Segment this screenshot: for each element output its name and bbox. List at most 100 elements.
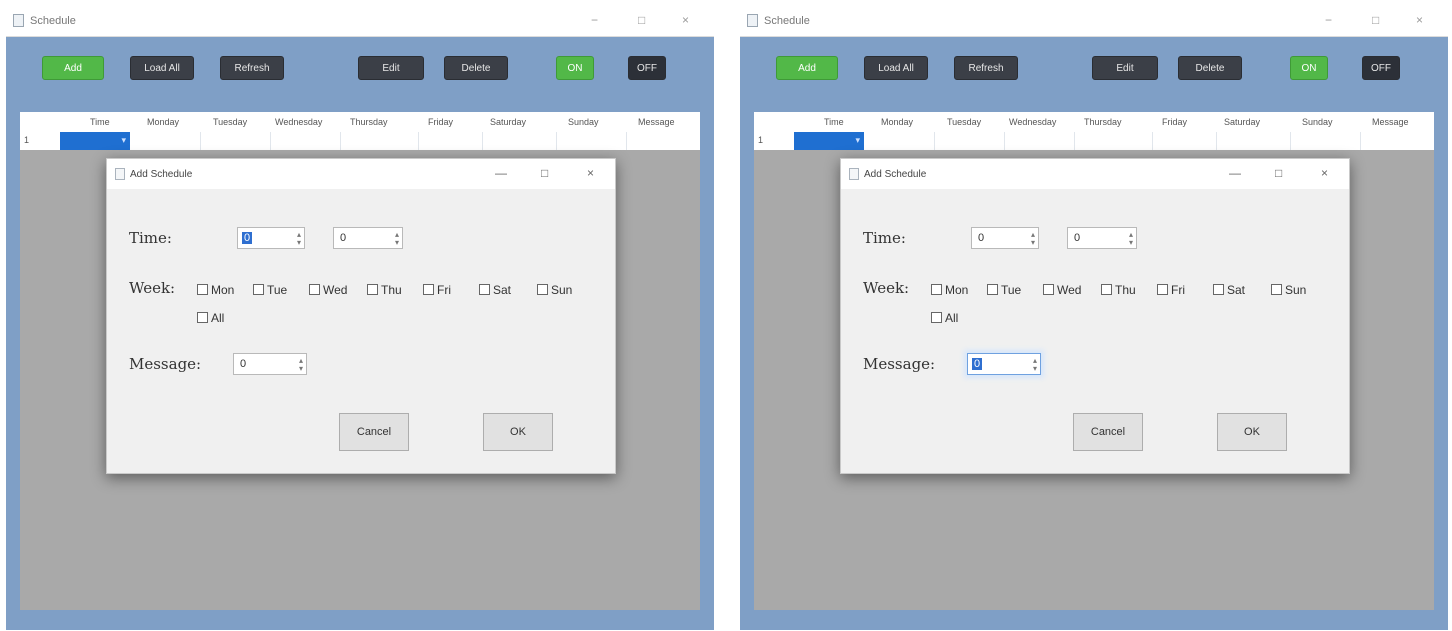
column-header-tuesday[interactable]: Tuesday [947, 117, 981, 127]
app-icon [747, 14, 758, 27]
minimize-button[interactable]: − [591, 13, 598, 27]
on-button[interactable]: ON [556, 56, 594, 80]
checkbox-tue[interactable]: Tue [253, 283, 287, 297]
column-header-saturday[interactable]: Saturday [490, 117, 526, 127]
dialog-minimize-button[interactable]: — [495, 166, 507, 180]
hour-spinner[interactable]: 0 ▴ ▾ [237, 227, 305, 249]
ok-button[interactable]: OK [1217, 413, 1287, 451]
cancel-button[interactable]: Cancel [339, 413, 409, 451]
off-button[interactable]: OFF [1362, 56, 1400, 80]
selected-time-cell[interactable]: ▾ [60, 132, 130, 150]
delete-button[interactable]: Delete [444, 56, 508, 80]
spinner-arrows-icon[interactable]: ▴ ▾ [1031, 231, 1035, 247]
checkbox-box[interactable] [197, 284, 208, 295]
column-header-message[interactable]: Message [1372, 117, 1409, 127]
column-header-time[interactable]: Time [824, 117, 844, 127]
column-header-thursday[interactable]: Thursday [350, 117, 388, 127]
checkbox-thu[interactable]: Thu [367, 283, 402, 297]
spinner-arrows-icon[interactable]: ▴ ▾ [299, 357, 303, 373]
ok-button[interactable]: OK [483, 413, 553, 451]
checkbox-box[interactable] [1043, 284, 1054, 295]
table-row[interactable]: 1 ▾ [754, 132, 1434, 151]
close-button[interactable]: × [682, 13, 689, 27]
checkbox-fri[interactable]: Fri [1157, 283, 1185, 297]
column-header-sunday[interactable]: Sunday [1302, 117, 1333, 127]
message-spinner[interactable]: 0 ▴ ▾ [233, 353, 307, 375]
dialog-maximize-button[interactable]: □ [1275, 166, 1282, 180]
load-all-button[interactable]: Load All [130, 56, 194, 80]
dialog-maximize-button[interactable]: □ [541, 166, 548, 180]
column-header-wednesday[interactable]: Wednesday [1009, 117, 1056, 127]
checkbox-thu[interactable]: Thu [1101, 283, 1136, 297]
column-header-monday[interactable]: Monday [147, 117, 179, 127]
column-header-wednesday[interactable]: Wednesday [275, 117, 322, 127]
column-header-monday[interactable]: Monday [881, 117, 913, 127]
checkbox-all[interactable]: All [197, 311, 224, 325]
checkbox-sun[interactable]: Sun [537, 283, 572, 297]
load-all-button[interactable]: Load All [864, 56, 928, 80]
refresh-button[interactable]: Refresh [220, 56, 284, 80]
column-header-friday[interactable]: Friday [428, 117, 453, 127]
maximize-button[interactable]: □ [1372, 13, 1379, 27]
hour-spinner[interactable]: 0 ▴ ▾ [971, 227, 1039, 249]
column-header-sunday[interactable]: Sunday [568, 117, 599, 127]
checkbox-all[interactable]: All [931, 311, 958, 325]
column-header-message[interactable]: Message [638, 117, 675, 127]
spinner-arrows-icon[interactable]: ▴ ▾ [395, 231, 399, 247]
checkbox-box[interactable] [197, 312, 208, 323]
table-row[interactable]: 1 ▾ [20, 132, 700, 151]
checkbox-sat[interactable]: Sat [1213, 283, 1245, 297]
close-button[interactable]: × [1416, 13, 1423, 27]
column-header-tuesday[interactable]: Tuesday [213, 117, 247, 127]
spinner-arrows-icon[interactable]: ▴ ▾ [1129, 231, 1133, 247]
add-button[interactable]: Add [776, 56, 838, 80]
checkbox-mon[interactable]: Mon [197, 283, 234, 297]
checkbox-box[interactable] [1101, 284, 1112, 295]
checkbox-box[interactable] [931, 312, 942, 323]
checkbox-tue[interactable]: Tue [987, 283, 1021, 297]
checkbox-box[interactable] [1157, 284, 1168, 295]
spinner-arrows-icon[interactable]: ▴ ▾ [1033, 357, 1037, 373]
minimize-button[interactable]: − [1325, 13, 1332, 27]
checkbox-fri[interactable]: Fri [423, 283, 451, 297]
checkbox-box[interactable] [479, 284, 490, 295]
message-spinner[interactable]: 0 ▴ ▾ [967, 353, 1041, 375]
checkbox-box[interactable] [1271, 284, 1282, 295]
off-button[interactable]: OFF [628, 56, 666, 80]
column-header-thursday[interactable]: Thursday [1084, 117, 1122, 127]
minute-spinner[interactable]: 0 ▴ ▾ [1067, 227, 1137, 249]
checkbox-box[interactable] [367, 284, 378, 295]
maximize-button[interactable]: □ [638, 13, 645, 27]
selected-time-cell[interactable]: ▾ [794, 132, 864, 150]
checkbox-box[interactable] [309, 284, 320, 295]
dialog-minimize-button[interactable]: — [1229, 166, 1241, 180]
edit-button[interactable]: Edit [358, 56, 424, 80]
checkbox-box[interactable] [1213, 284, 1224, 295]
refresh-button[interactable]: Refresh [954, 56, 1018, 80]
checkbox-box[interactable] [423, 284, 434, 295]
checkbox-box[interactable] [253, 284, 264, 295]
checkbox-box[interactable] [987, 284, 998, 295]
checkbox-wed[interactable]: Wed [1043, 283, 1081, 297]
checkbox-wed[interactable]: Wed [309, 283, 347, 297]
checkbox-box[interactable] [931, 284, 942, 295]
dialog-close-button[interactable]: × [1321, 166, 1328, 180]
on-button[interactable]: ON [1290, 56, 1328, 80]
checkbox-sat[interactable]: Sat [479, 283, 511, 297]
dialog-close-button[interactable]: × [587, 166, 594, 180]
delete-button[interactable]: Delete [1178, 56, 1242, 80]
checkbox-mon[interactable]: Mon [931, 283, 968, 297]
column-header-time[interactable]: Time [90, 117, 110, 127]
add-button[interactable]: Add [42, 56, 104, 80]
hour-value: 0 [978, 232, 985, 244]
checkbox-box[interactable] [537, 284, 548, 295]
column-header-saturday[interactable]: Saturday [1224, 117, 1260, 127]
checkbox-sun[interactable]: Sun [1271, 283, 1306, 297]
minute-spinner[interactable]: 0 ▴ ▾ [333, 227, 403, 249]
chevron-down-icon: ▾ [855, 135, 860, 145]
edit-button[interactable]: Edit [1092, 56, 1158, 80]
spinner-arrows-icon[interactable]: ▴ ▾ [297, 231, 301, 247]
cancel-button[interactable]: Cancel [1073, 413, 1143, 451]
dialog-titlebar: Add Schedule — □ × [841, 159, 1349, 189]
column-header-friday[interactable]: Friday [1162, 117, 1187, 127]
